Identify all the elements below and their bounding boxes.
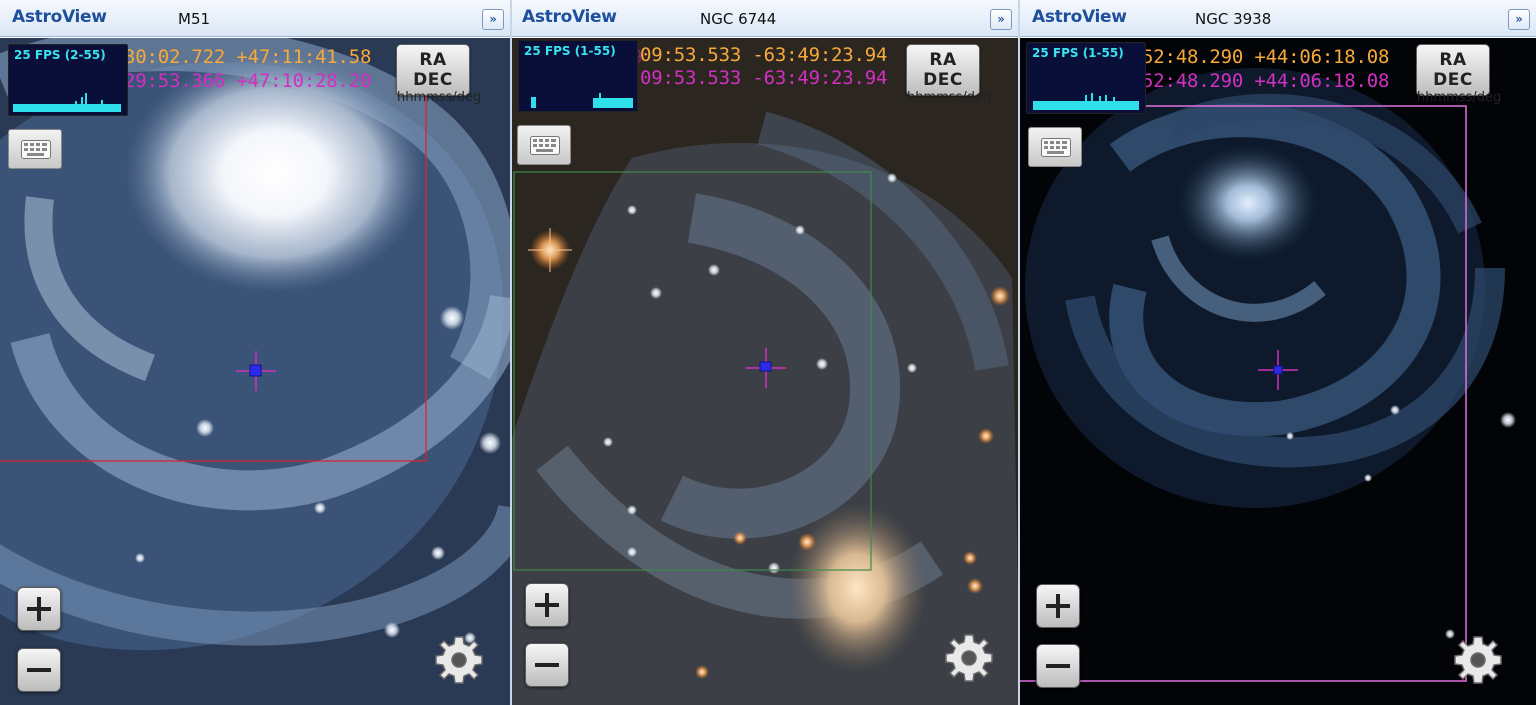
coord-center: 09:53.533 -63:49:23.94 [640, 67, 888, 89]
fps-histogram [1033, 93, 1139, 110]
app-title: AstroView [522, 7, 617, 27]
plus-icon [27, 597, 51, 621]
radec-format-button[interactable]: RA DEC hhmmss/deg [906, 44, 991, 105]
coord-cursor: 09:53.533 -63:49:23.94 [640, 44, 888, 66]
radec-title: RA DEC [923, 50, 963, 90]
fps-label: 25 FPS (1-55) [524, 44, 616, 58]
expand-button[interactable]: » [1508, 9, 1530, 30]
plus-icon [535, 593, 559, 617]
crosshair-icon [236, 351, 276, 391]
keyboard-icon [530, 136, 560, 155]
fps-meter: 25 FPS (1-55) [518, 40, 638, 112]
expand-button[interactable]: » [482, 9, 504, 30]
radec-title: RA DEC [413, 50, 453, 90]
sky-view[interactable]: 30:02.722 +47:11:41.58 29:53.366 +47:10:… [0, 38, 510, 705]
gear-icon[interactable] [943, 632, 995, 684]
radec-format: hhmmss/deg [907, 90, 992, 105]
panel-titlebar: AstroView NGC 3938 » [1020, 0, 1536, 37]
object-name: M51 [178, 10, 211, 28]
expand-button[interactable]: » [990, 9, 1012, 30]
sky-view[interactable]: 52:48.290 +44:06:18.08 52:48.290 +44:06:… [1020, 38, 1536, 705]
fps-label: 25 FPS (1-55) [1032, 46, 1124, 60]
keyboard-button[interactable] [517, 125, 571, 165]
gear-icon[interactable] [433, 634, 485, 686]
object-name: NGC 3938 [1195, 10, 1272, 28]
crosshair-icon [746, 348, 786, 388]
keyboard-button[interactable] [8, 129, 62, 169]
fps-meter: 25 FPS (1-55) [1026, 42, 1146, 114]
astroview-panel-m51: AstroView M51 » 30:02.722 +47:11:41.58 2… [0, 0, 512, 705]
app-title: AstroView [1032, 7, 1127, 27]
panel-titlebar: AstroView M51 » [0, 0, 510, 37]
coord-cursor: 30:02.722 +47:11:41.58 [124, 46, 372, 68]
zoom-out-button[interactable] [525, 643, 569, 687]
minus-icon [535, 663, 559, 667]
radec-title: RA DEC [1433, 50, 1473, 90]
zoom-in-button[interactable] [1036, 584, 1080, 628]
radec-format: hhmmss/deg [1417, 90, 1502, 105]
coord-cursor: 52:48.290 +44:06:18.08 [1142, 46, 1390, 68]
fps-label: 25 FPS (2-55) [14, 48, 106, 62]
app-title: AstroView [12, 7, 107, 27]
fps-histogram [13, 93, 121, 112]
fps-histogram [531, 93, 633, 108]
radec-format-button[interactable]: RA DEC hhmmss/deg [1416, 44, 1501, 105]
keyboard-icon [21, 140, 51, 159]
zoom-out-button[interactable] [17, 648, 61, 692]
minus-icon [27, 668, 51, 672]
coord-center: 29:53.366 +47:10:28.20 [124, 70, 372, 92]
keyboard-icon [1041, 138, 1071, 157]
gear-icon[interactable] [1452, 634, 1504, 686]
astroview-panel-ngc6744: AstroView NGC 6744 » 09:53.533 -63:49:23… [512, 0, 1020, 705]
astroview-panel-ngc3938: AstroView NGC 3938 » 52:48.290 +44:06:18… [1020, 0, 1536, 705]
minus-icon [1046, 664, 1070, 668]
plus-icon [1046, 594, 1070, 618]
object-name: NGC 6744 [700, 10, 777, 28]
crosshair-icon [1258, 350, 1298, 390]
zoom-out-button[interactable] [1036, 644, 1080, 688]
panel-titlebar: AstroView NGC 6744 » [512, 0, 1018, 37]
radec-format: hhmmss/deg [397, 90, 482, 105]
coord-center: 52:48.290 +44:06:18.08 [1142, 70, 1390, 92]
radec-format-button[interactable]: RA DEC hhmmss/deg [396, 44, 481, 105]
zoom-in-button[interactable] [17, 587, 61, 631]
sky-view[interactable]: 19 09:53.533 -63:49:23.94 09:53.533 -63:… [512, 38, 1018, 705]
keyboard-button[interactable] [1028, 127, 1082, 167]
fps-meter: 25 FPS (2-55) [8, 44, 128, 116]
zoom-in-button[interactable] [525, 583, 569, 627]
